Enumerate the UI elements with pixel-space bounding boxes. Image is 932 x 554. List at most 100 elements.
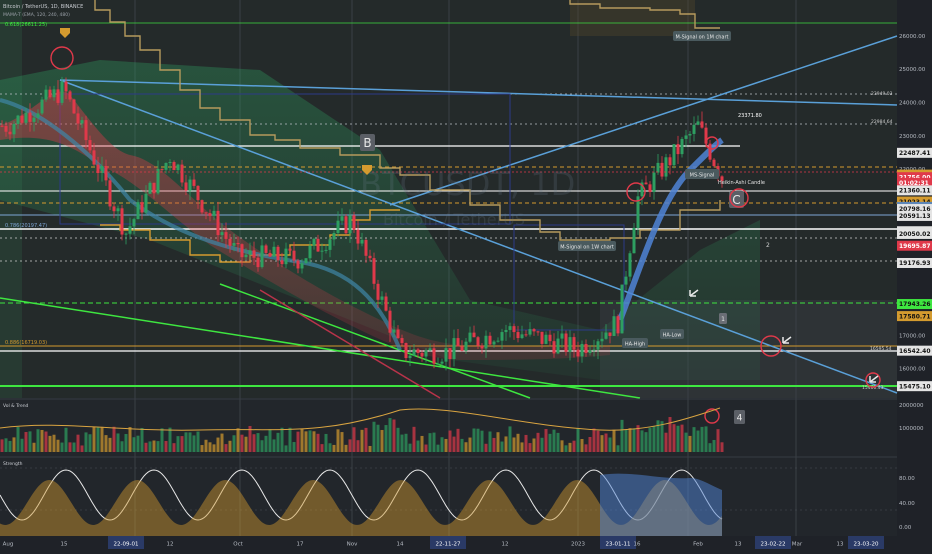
volume-bar (584, 444, 588, 452)
candle-body (412, 349, 416, 356)
volume-bar (40, 429, 44, 452)
watermark-name: Bitcoin / TetherUS (383, 210, 525, 229)
volume-bar (264, 435, 268, 452)
candle-body (320, 250, 324, 252)
strength-label: Strength (3, 461, 23, 467)
candle-body (264, 245, 268, 253)
candle-body (108, 180, 112, 207)
candle-body (192, 179, 196, 186)
candle-body (88, 140, 92, 151)
volume-bar (296, 431, 300, 452)
candle-body (120, 208, 124, 235)
volume-bar (224, 444, 228, 452)
candle-body (252, 250, 256, 258)
volume-bar (48, 435, 52, 452)
candle-body (340, 216, 344, 221)
callout-1w[interactable]: M-Signal on 1W chart (558, 241, 616, 251)
price-label: 19176.93 (899, 260, 931, 267)
candle-body (652, 172, 656, 193)
volume-bar (480, 430, 484, 452)
volume-bar (12, 437, 16, 452)
svg-text:1: 1 (721, 316, 725, 323)
volume-bar (280, 427, 284, 452)
volume-bar (628, 428, 632, 452)
candle-body (536, 331, 540, 333)
volume-bar (572, 440, 576, 452)
candle-body (276, 246, 280, 261)
candle-body (128, 226, 132, 234)
volume-bar (100, 426, 104, 452)
time-tick: 15 (61, 542, 68, 548)
volume-bar (152, 440, 156, 452)
candle-body (44, 89, 48, 100)
candle-body (460, 346, 464, 351)
volume-bar (580, 438, 584, 452)
volume-bar (308, 430, 312, 452)
candle-body (708, 143, 712, 160)
volume-bar (360, 429, 364, 452)
volume-bar (392, 419, 396, 452)
volume-bar (428, 433, 432, 452)
volume-bar (556, 432, 560, 452)
price-tick: 24000.00 (899, 101, 926, 107)
volume-bar (536, 432, 540, 452)
candle-body (304, 258, 308, 264)
candle-body (76, 113, 80, 124)
price-tick: 16000.00 (899, 367, 926, 373)
volume-bar (684, 432, 688, 452)
candle-body (632, 227, 636, 254)
candle-body (20, 115, 24, 123)
candle-body (508, 326, 512, 330)
candle-body (32, 117, 36, 122)
callout-ms-signal[interactable]: MS-Signal (685, 169, 719, 179)
candle-body (660, 162, 664, 177)
candle-body (292, 250, 296, 261)
wave-2-label: 2 (766, 242, 770, 249)
volume-bar (692, 427, 696, 452)
candle-body (308, 245, 312, 259)
time-tick: 23-02-22 (761, 542, 786, 548)
candle-body (224, 232, 228, 239)
volume-bar (444, 438, 448, 452)
callout-1m[interactable]: M-Signal on 1M chart (673, 31, 731, 41)
candle-body (572, 337, 576, 350)
volume-bar (608, 437, 612, 452)
time-tick: 13 (735, 542, 742, 548)
candle-body (28, 112, 32, 122)
trading-chart[interactable]: Bitcoin / TetherUS, 1D, BINANCE MAMA-T (… (0, 0, 932, 550)
price-label: 17943.26 (899, 301, 931, 308)
candle-body (472, 332, 476, 338)
volume-bar (268, 429, 272, 452)
candle-body (124, 233, 128, 235)
candle-body (680, 138, 684, 155)
volume-bar (124, 434, 128, 452)
level-label-15460: 15460.43 (862, 385, 884, 391)
candle-body (0, 125, 4, 127)
strength-tick: 40.00 (899, 501, 915, 507)
volume-bar (700, 426, 704, 452)
fib-label-top: 0.618(26611.25) (5, 22, 47, 28)
candle-body (160, 168, 164, 170)
volume-bar (612, 429, 616, 452)
volume-bar (388, 418, 392, 452)
time-tick: 17 (297, 542, 304, 548)
volume-bar (148, 441, 152, 452)
volume-bar (140, 427, 144, 452)
volume-bar (192, 435, 196, 452)
candle-body (116, 208, 120, 212)
volume-bar (396, 427, 400, 452)
candle-body (136, 202, 140, 220)
volume-bar (336, 429, 340, 452)
volume-bar (624, 429, 628, 452)
candle-body (668, 157, 672, 166)
volume-bar (476, 428, 480, 452)
candle-body (284, 248, 288, 265)
volume-bar (464, 442, 468, 452)
callout-ha-high[interactable]: HA-High (622, 338, 648, 348)
price-axis-bg (897, 0, 932, 550)
candle-body (68, 91, 72, 100)
callout-ha-low[interactable]: HA-Low (660, 329, 684, 339)
volume-bar (528, 443, 532, 452)
candle-body (576, 349, 580, 357)
candle-body (288, 248, 292, 251)
